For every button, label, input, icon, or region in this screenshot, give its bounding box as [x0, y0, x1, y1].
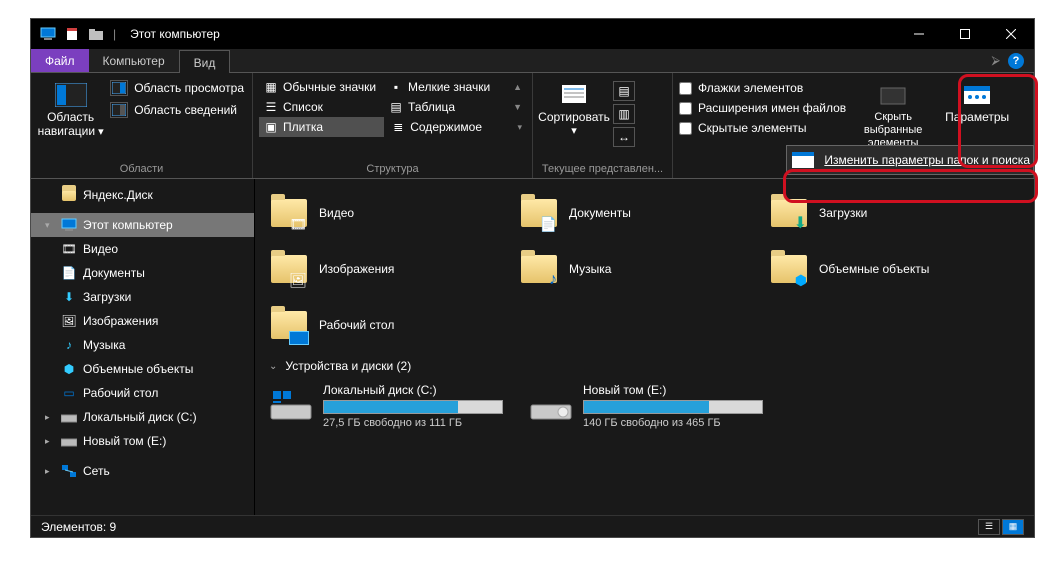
sort-label: Сортировать [538, 110, 610, 124]
view-tiles-toggle[interactable]: ▦ [1002, 519, 1024, 535]
nav-desktop[interactable]: ▭Рабочий стол [31, 381, 254, 405]
window-title: Этот компьютер [130, 27, 220, 41]
nav-pictures[interactable]: 🖼Изображения [31, 309, 254, 333]
layout-small[interactable]: ▪Мелкие значки [384, 77, 507, 97]
drives-header[interactable]: ⌄ Устройства и диски (2) [265, 353, 1024, 379]
chevron-down-icon: ⌄ [269, 361, 277, 372]
tab-computer[interactable]: Компьютер [89, 49, 179, 72]
help-icon[interactable]: ? [1008, 53, 1024, 69]
drive-bar [323, 400, 503, 414]
options-dropdown-label: Изменить параметры папок и поиска [824, 153, 1030, 167]
layout-tiles[interactable]: ▣Плитка [259, 117, 384, 137]
details-pane-label: Область сведений [134, 103, 237, 117]
nav-downloads[interactable]: ⬇Загрузки [31, 285, 254, 309]
preview-pane-label: Область просмотра [134, 81, 244, 95]
minimize-button[interactable] [896, 19, 942, 49]
ribbon-tabs: Файл Компьютер Вид ⮚ ? [31, 49, 1034, 73]
details-pane-button[interactable]: Область сведений [108, 101, 246, 119]
add-columns-icon[interactable]: ▥ [613, 104, 635, 124]
nav-vol-e[interactable]: ▸Новый том (E:) [31, 429, 254, 453]
nav-music[interactable]: ♪Музыка [31, 333, 254, 357]
qat-separator: | [113, 27, 116, 41]
layout-up-icon[interactable]: ▲ [509, 82, 526, 92]
folder-desktop[interactable]: Рабочий стол [265, 297, 515, 353]
folder-video[interactable]: 🎞Видео [265, 185, 515, 241]
sort-button[interactable]: Сортировать ▾ [539, 77, 609, 160]
titlebar: | Этот компьютер [31, 19, 1034, 49]
drive-bar [583, 400, 763, 414]
checkbox-item-flags[interactable]: Флажки элементов [679, 79, 846, 97]
drive-local-c[interactable]: Локальный диск (C:) 27,5 ГБ свободно из … [265, 379, 515, 433]
content-area: 🎞Видео 📄Документы ⬇Загрузки 🖼Изображения… [255, 179, 1034, 515]
layout-group-label: Структура [259, 160, 526, 178]
folder-pictures[interactable]: 🖼Изображения [265, 241, 515, 297]
nav-pane-button[interactable]: Область навигации ▾ [37, 77, 104, 160]
nav-pane-label: Область навигации [38, 110, 95, 138]
minimize-ribbon-icon[interactable]: ⮚ [991, 53, 1000, 68]
layout-more-icon[interactable]: ▾ [513, 122, 526, 133]
nav-this-pc[interactable]: ▾Этот компьютер [31, 213, 254, 237]
panes-group-label: Области [37, 160, 246, 178]
options-dropdown-menu[interactable]: Изменить параметры папок и поиска [786, 145, 1034, 175]
this-pc-icon [39, 25, 57, 43]
nav-yandex-disk[interactable]: Яндекс.Диск [31, 183, 254, 207]
folder-downloads[interactable]: ⬇Загрузки [765, 185, 1015, 241]
view-details-toggle[interactable]: ☰ [978, 519, 1000, 535]
layout-table[interactable]: ▤Таблица [384, 97, 507, 117]
drive-vol-e[interactable]: Новый том (E:) 140 ГБ свободно из 465 ГБ [525, 379, 775, 433]
preview-pane-button[interactable]: Область просмотра [108, 79, 246, 97]
tab-file[interactable]: Файл [31, 49, 89, 72]
checkbox-hidden-items[interactable]: Скрытые элементы [679, 119, 846, 137]
tab-view[interactable]: Вид [179, 50, 231, 73]
status-item-count: Элементов: 9 [41, 520, 116, 534]
checkbox-file-ext[interactable]: Расширения имен файлов [679, 99, 846, 117]
nav-network[interactable]: ▸Сеть [31, 459, 254, 483]
size-columns-icon[interactable]: ↔ [613, 127, 635, 147]
nav-documents[interactable]: 📄Документы [31, 261, 254, 285]
layout-down-icon[interactable]: ▼ [509, 102, 526, 112]
nav-3d-objects[interactable]: ⬢Объемные объекты [31, 357, 254, 381]
qat-new-folder-icon[interactable] [87, 25, 105, 43]
layout-list[interactable]: ☰Список [259, 97, 382, 117]
folder-3d-objects[interactable]: ⬢Объемные объекты [765, 241, 1015, 297]
group-by-icon[interactable]: ▤ [613, 81, 635, 101]
qat-properties-icon[interactable] [63, 25, 81, 43]
layout-content[interactable]: ≣Содержимое [386, 117, 511, 137]
layout-normal[interactable]: ▦Обычные значки [259, 77, 382, 97]
nav-local-c[interactable]: ▸Локальный диск (C:) [31, 405, 254, 429]
navigation-pane: Яндекс.Диск ▾Этот компьютер 🎞Видео 📄Доку… [31, 179, 255, 515]
current-view-group-label: Текущее представлен... [539, 160, 666, 178]
folder-documents[interactable]: 📄Документы [515, 185, 765, 241]
status-bar: Элементов: 9 ☰ ▦ [31, 515, 1034, 537]
nav-video[interactable]: 🎞Видео [31, 237, 254, 261]
close-button[interactable] [988, 19, 1034, 49]
options-label: Параметры [945, 110, 1009, 124]
folder-music[interactable]: ♪Музыка [515, 241, 765, 297]
maximize-button[interactable] [942, 19, 988, 49]
options-menu-icon [790, 149, 816, 171]
